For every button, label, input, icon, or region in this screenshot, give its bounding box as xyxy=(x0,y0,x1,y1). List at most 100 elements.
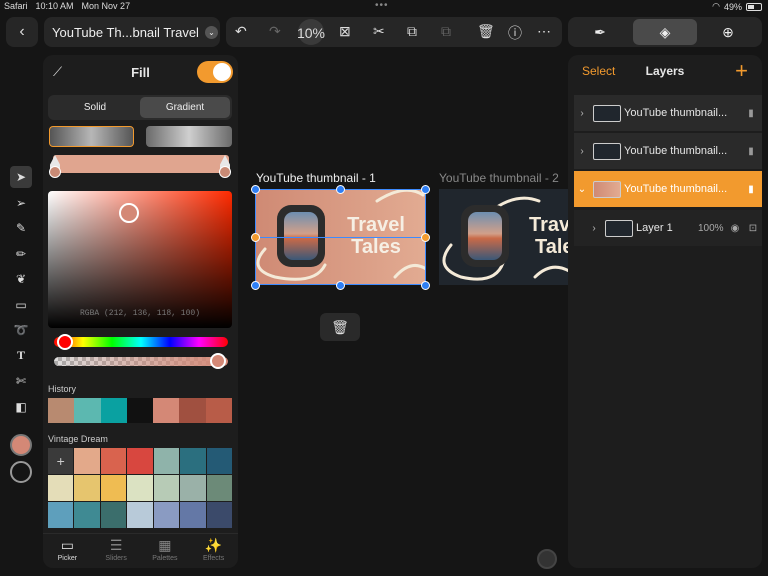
layers-tab[interactable]: ◈ xyxy=(633,19,697,45)
back-button[interactable]: ‹ xyxy=(6,17,38,47)
palette-swatch[interactable] xyxy=(153,448,180,474)
assistive-touch-button[interactable] xyxy=(537,549,557,569)
resize-handle-bottom-left[interactable] xyxy=(251,281,260,290)
resize-handle-left[interactable] xyxy=(251,233,260,242)
palette-swatch[interactable] xyxy=(48,475,74,501)
history-swatch[interactable] xyxy=(205,398,232,423)
delete-selection-button[interactable]: 🗑 xyxy=(320,313,360,341)
palette-swatch[interactable] xyxy=(100,448,127,474)
artboard-label[interactable]: YouTube thumbnail - 2 xyxy=(439,171,559,185)
palette-swatch[interactable] xyxy=(48,502,74,528)
copy-icon[interactable]: ⧉ xyxy=(407,23,417,40)
artboard-thumbnail-2[interactable]: Trav Tale xyxy=(439,189,569,285)
multitasking-dots-icon[interactable]: ••• xyxy=(375,0,389,11)
gradient-tab[interactable]: Gradient xyxy=(140,97,230,118)
nav-sliders[interactable]: ☰ Sliders xyxy=(92,534,141,568)
history-swatch[interactable] xyxy=(100,398,127,423)
palette-swatch[interactable] xyxy=(206,475,232,501)
layer-row-selected[interactable]: ⌄ YouTube thumbnail... ▮ xyxy=(574,171,762,208)
direct-select-tool[interactable]: ➢ xyxy=(10,192,32,214)
artboard-icon[interactable]: ▮ xyxy=(740,108,762,119)
back-to-app-label[interactable]: Safari xyxy=(4,1,28,11)
color-picker-area[interactable]: RGBA (212, 136, 118, 100) xyxy=(48,191,232,328)
chevron-right-icon[interactable]: › xyxy=(586,223,602,234)
chevron-right-icon[interactable]: › xyxy=(574,146,590,157)
redo-icon[interactable]: ↷ xyxy=(269,23,281,40)
crop-select-icon[interactable]: ⊠ xyxy=(339,23,351,40)
resize-handle-top[interactable] xyxy=(336,185,345,194)
palette-swatch[interactable] xyxy=(127,475,153,501)
gradient-bar[interactable] xyxy=(53,155,229,173)
resize-handle-right[interactable] xyxy=(421,233,430,242)
trash-icon[interactable]: 🗑 xyxy=(477,23,495,40)
shape-tool[interactable]: ▭ xyxy=(10,294,32,316)
layer-row[interactable]: › YouTube thumbnail... ▮ xyxy=(574,133,762,170)
palette-swatch[interactable] xyxy=(153,502,180,528)
add-tab[interactable]: ⊕ xyxy=(696,17,760,47)
lasso-tool[interactable]: ➰ xyxy=(10,319,32,341)
palette-swatch[interactable] xyxy=(127,502,153,528)
undo-icon[interactable]: ↶ xyxy=(235,23,247,40)
text-tool[interactable]: T xyxy=(10,345,32,367)
history-swatch[interactable] xyxy=(74,398,101,423)
artboard-label[interactable]: YouTube thumbnail - 1 xyxy=(256,171,376,185)
palette-swatch[interactable] xyxy=(74,448,100,474)
layer-row[interactable]: › YouTube thumbnail... ▮ xyxy=(574,95,762,132)
paste-icon[interactable]: ⧉ xyxy=(441,23,451,40)
resize-handle-bottom-right[interactable] xyxy=(421,281,430,290)
hue-slider[interactable] xyxy=(54,334,228,350)
add-layer-icon[interactable]: + xyxy=(735,58,748,84)
palette-swatch[interactable] xyxy=(100,475,127,501)
history-swatch[interactable] xyxy=(153,398,180,423)
chevron-down-icon[interactable]: ⌄ xyxy=(574,184,590,195)
style-tab[interactable]: ✒ xyxy=(568,17,632,47)
eraser-tool[interactable]: ◧ xyxy=(10,396,32,418)
artboard-icon[interactable]: ▮ xyxy=(740,184,762,195)
add-swatch-button[interactable]: + xyxy=(48,448,74,474)
more-icon[interactable]: ⋯ xyxy=(537,23,551,40)
resize-handle-top-right[interactable] xyxy=(421,185,430,194)
resize-handle-top-left[interactable] xyxy=(251,185,260,194)
palette-swatch[interactable] xyxy=(100,502,127,528)
palette-swatch[interactable] xyxy=(127,448,153,474)
history-swatch[interactable] xyxy=(48,398,75,423)
history-swatch[interactable] xyxy=(126,398,154,423)
lock-icon[interactable]: ⊡ xyxy=(744,223,762,234)
radial-gradient-option[interactable] xyxy=(146,126,232,147)
cut-icon[interactable]: ✂ xyxy=(373,23,385,40)
layer-opacity[interactable]: 100% xyxy=(698,223,726,234)
history-swatch[interactable] xyxy=(179,398,206,423)
fill-toggle[interactable] xyxy=(197,61,233,83)
document-title-button[interactable]: YouTube Th...bnail Travel ⌄ xyxy=(44,17,220,47)
palette-swatch[interactable] xyxy=(153,475,180,501)
zoom-button[interactable]: 10% xyxy=(297,19,325,45)
palette-swatch[interactable] xyxy=(206,502,232,528)
chevron-right-icon[interactable]: › xyxy=(574,108,590,119)
palette-swatch[interactable] xyxy=(180,502,206,528)
palette-swatch[interactable] xyxy=(206,448,232,474)
pencil-tool[interactable]: ✏ xyxy=(10,243,32,265)
fill-color-swatch[interactable] xyxy=(10,434,32,456)
artboard-icon[interactable]: ▮ xyxy=(740,146,762,157)
nav-effects[interactable]: ✨ Effects xyxy=(189,534,238,568)
layer-row-child[interactable]: › Layer 1 100% ◉ ⊡ xyxy=(574,210,762,247)
hue-slider-thumb[interactable] xyxy=(57,334,73,350)
gradient-stop-end[interactable] xyxy=(218,155,232,179)
palette-swatch[interactable] xyxy=(74,475,100,501)
gradient-stop-start[interactable] xyxy=(48,155,62,179)
eye-icon[interactable]: ◉ xyxy=(726,223,744,234)
palette-swatch[interactable] xyxy=(180,448,206,474)
brush-tool[interactable]: ❦ xyxy=(10,268,32,290)
solid-tab[interactable]: Solid xyxy=(50,97,140,118)
opacity-slider-thumb[interactable] xyxy=(210,353,226,369)
pen-tool[interactable]: ✎ xyxy=(10,217,32,239)
nav-palettes[interactable]: ▦ Palettes xyxy=(141,534,190,568)
palette-swatch[interactable] xyxy=(180,475,206,501)
nav-picker[interactable]: ▭ Picker xyxy=(43,534,92,568)
resize-handle-bottom[interactable] xyxy=(336,281,345,290)
stroke-color-swatch[interactable] xyxy=(10,461,32,483)
color-picker-knob[interactable] xyxy=(119,203,139,223)
select-tool[interactable]: ➤ xyxy=(10,166,32,188)
palette-swatch[interactable] xyxy=(74,502,100,528)
linear-gradient-option[interactable] xyxy=(49,126,134,147)
